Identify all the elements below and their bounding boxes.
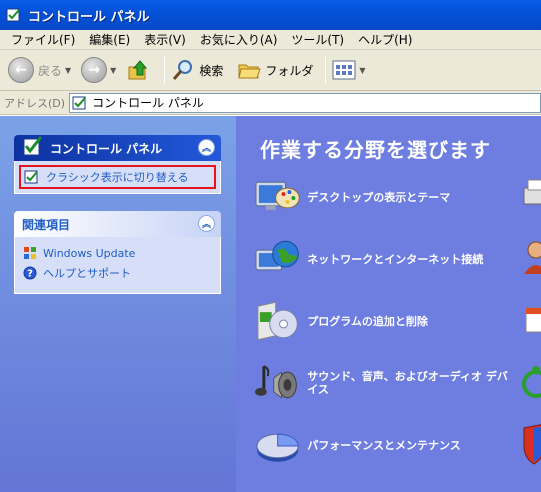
control-panel-box: コントロール パネル ︽ クラシック表示に切り替える — [14, 135, 221, 194]
search-button[interactable]: 検索 — [171, 58, 223, 82]
related-topics-title: 関連項目 — [22, 217, 71, 232]
accessibility-icon[interactable] — [520, 362, 541, 402]
toolbar-separator — [325, 56, 327, 84]
back-arrow-icon: ← — [8, 57, 34, 83]
back-button[interactable]: ← 戻る ▼ — [8, 57, 75, 83]
svg-text:?: ? — [27, 269, 33, 280]
views-grid-icon — [332, 60, 356, 80]
menu-help[interactable]: ヘルプ(H) — [351, 30, 419, 50]
user-accounts-icon[interactable] — [520, 238, 541, 278]
category-label: デスクトップの表示とテーマ — [307, 190, 451, 204]
title-bar[interactable]: コントロール パネル — [0, 0, 541, 30]
category-label: ネットワークとインターネット接続 — [307, 252, 484, 266]
control-panel-title: コントロール パネル — [50, 141, 163, 156]
category-label: サウンド、音声、およびオーディオ デバイス — [307, 370, 508, 396]
windows-update-link[interactable]: Windows Update — [23, 243, 212, 263]
sound-speaker-icon — [254, 365, 297, 399]
folders-button[interactable]: フォルダ — [237, 58, 313, 82]
up-folder-button[interactable] — [126, 57, 152, 83]
category-network-and-internet[interactable]: ネットワークとインターネット接続 — [254, 236, 514, 282]
toolbar-separator — [164, 56, 166, 84]
menu-favorites[interactable]: お気に入り(A) — [193, 30, 285, 50]
help-icon: ? — [23, 266, 37, 280]
address-value: コントロール パネル — [92, 96, 204, 110]
category-view: 作業する分野を選びます デスクトップの表示とテーマ ネットワークとインターネット… — [236, 116, 541, 492]
window-title: コントロール パネル — [28, 9, 150, 25]
menu-edit[interactable]: 編集(E) — [82, 30, 137, 50]
chevron-down-icon[interactable]: ▼ — [65, 66, 71, 75]
network-globe-icon — [255, 240, 299, 271]
chevron-down-icon[interactable]: ▼ — [359, 66, 365, 75]
category-add-remove-programs[interactable]: プログラムの追加と削除 — [254, 298, 514, 344]
category-label: プログラムの追加と削除 — [307, 314, 428, 328]
add-remove-programs-icon — [257, 301, 298, 341]
switch-to-classic-view-link[interactable]: クラシック表示に切り替える — [19, 165, 216, 189]
related-topics-box: 関連項目 ︽ Windows Update ? ヘルプとサポート — [14, 211, 221, 294]
windows-flag-icon — [24, 247, 36, 259]
menu-view[interactable]: 表示(V) — [137, 30, 193, 50]
forward-arrow-icon: → — [81, 57, 108, 83]
category-performance-maintenance[interactable]: パフォーマンスとメンテナンス — [254, 422, 514, 468]
address-label: アドレス(D) — [4, 96, 66, 110]
security-shield-icon[interactable] — [520, 422, 541, 466]
category-heading: 作業する分野を選びます — [260, 138, 491, 162]
appearance-themes-icon — [255, 181, 300, 210]
menu-bar: ファイル(F) 編集(E) 表示(V) お気に入り(A) ツール(T) ヘルプ(… — [0, 30, 541, 50]
menu-tools[interactable]: ツール(T) — [284, 30, 351, 50]
folder-icon — [238, 64, 262, 79]
date-time-icon[interactable] — [520, 300, 541, 340]
address-bar: アドレス(D) コントロール パネル — [0, 91, 541, 115]
menu-file[interactable]: ファイル(F) — [4, 30, 82, 50]
back-label: 戻る — [38, 63, 63, 78]
control-panel-icon — [72, 96, 86, 109]
category-sounds-speech-audio[interactable]: サウンド、音声、およびオーディオ デバイス — [254, 360, 514, 406]
folders-label: フォルダ — [265, 63, 314, 78]
category-appearance-and-themes[interactable]: デスクトップの表示とテーマ — [254, 174, 514, 220]
toolbar: ← 戻る ▼ → ▼ 検索 フォルダ ▼ — [0, 50, 541, 91]
control-panel-body: クラシック表示に切り替える — [14, 161, 221, 194]
chevron-down-icon[interactable]: ▼ — [110, 66, 116, 75]
printer-icon[interactable] — [520, 176, 541, 216]
collapse-chevron-icon[interactable]: ︽ — [198, 139, 215, 156]
related-topics-body: Windows Update ? ヘルプとサポート — [14, 237, 221, 294]
control-panel-icon — [6, 8, 20, 22]
control-panel-icon — [24, 170, 38, 184]
windows-update-label: Windows Update — [43, 246, 136, 260]
collapse-chevron-icon[interactable]: ︽ — [198, 215, 215, 232]
forward-button[interactable]: → ▼ — [81, 57, 120, 83]
up-arrow-icon — [128, 60, 148, 80]
help-and-support-link[interactable]: ? ヘルプとサポート — [23, 263, 212, 283]
category-label: パフォーマンスとメンテナンス — [307, 438, 461, 452]
left-task-pane: コントロール パネル ︽ クラシック表示に切り替える 関連項目 ︽ Window… — [0, 116, 236, 492]
related-topics-header[interactable]: 関連項目 ︽ — [14, 211, 221, 237]
performance-pie-icon — [256, 433, 299, 462]
search-icon — [173, 60, 193, 80]
search-label: 検索 — [199, 63, 224, 78]
views-button[interactable]: ▼ — [332, 59, 369, 81]
switch-link-label: クラシック表示に切り替える — [46, 171, 189, 184]
control-panel-header[interactable]: コントロール パネル ︽ — [14, 135, 221, 161]
control-panel-icon — [23, 136, 43, 156]
help-and-support-label: ヘルプとサポート — [43, 267, 131, 280]
address-input[interactable]: コントロール パネル — [69, 92, 541, 113]
